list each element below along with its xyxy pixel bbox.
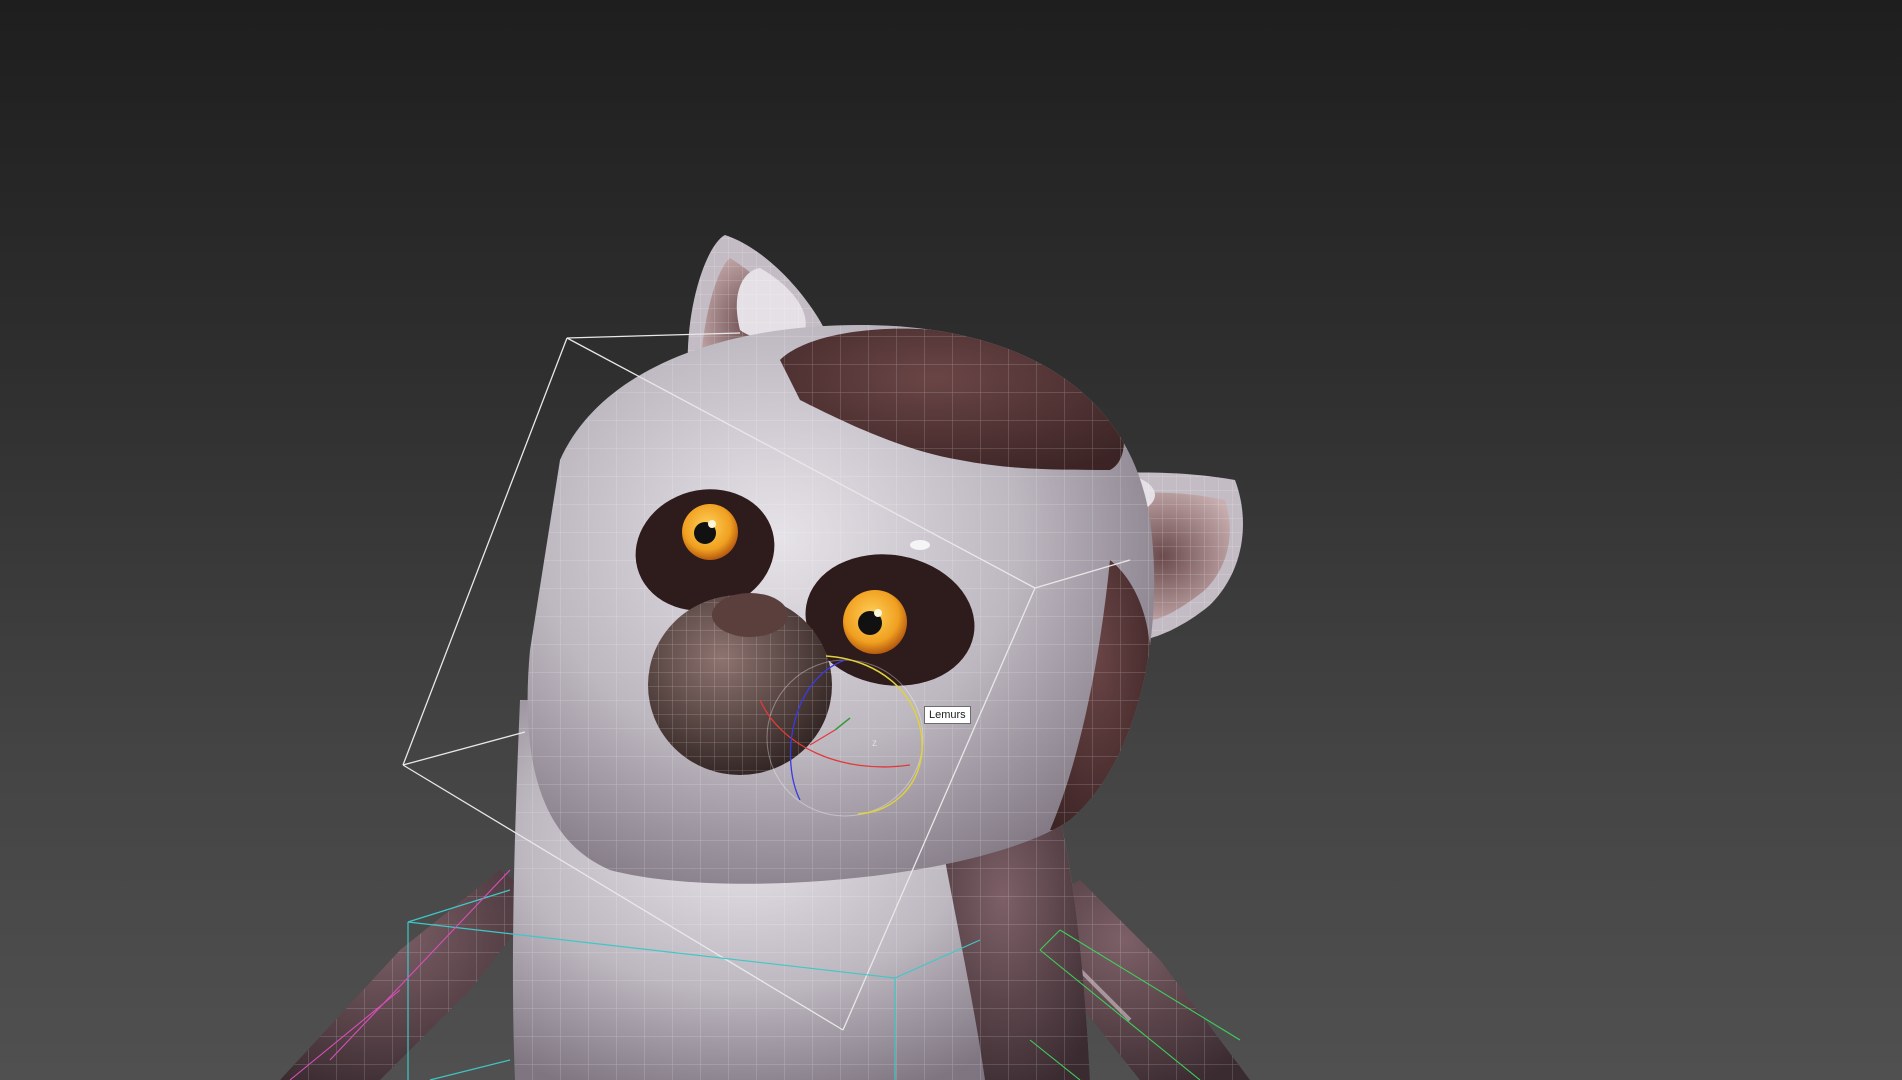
- scene-render: z: [280, 235, 1250, 1080]
- right-eye: [843, 590, 907, 654]
- left-eye: [682, 504, 738, 560]
- gizmo-axis-label: z: [872, 738, 877, 749]
- lemur-head: [527, 325, 1155, 884]
- 3d-viewport[interactable]: z Lemurs: [0, 0, 1902, 1080]
- object-name-tooltip: Lemurs: [924, 706, 971, 724]
